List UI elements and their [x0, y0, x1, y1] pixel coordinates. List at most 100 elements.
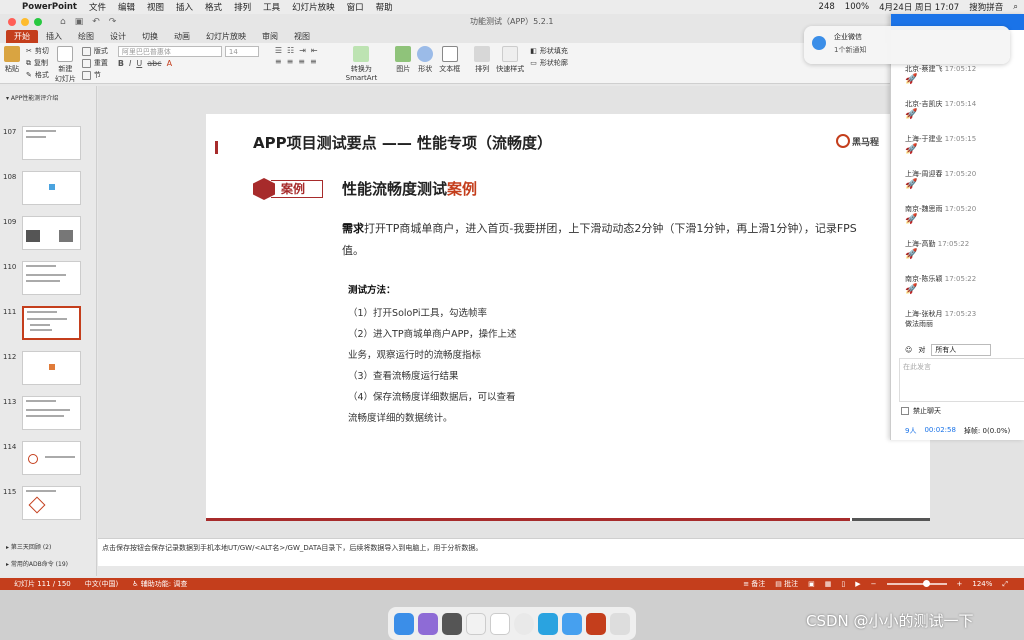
zoom-out-icon[interactable]: −	[871, 580, 877, 588]
slide-thumb-113[interactable]: 113	[0, 396, 97, 434]
wecom-notification[interactable]: 企业微信 1个新通知	[804, 26, 1010, 64]
reset-button[interactable]: 重置	[81, 58, 108, 68]
save-icon[interactable]: ▣	[75, 17, 84, 27]
slide-thumb-108[interactable]: 108	[0, 171, 97, 209]
indent-icon[interactable]: ⇥	[299, 46, 306, 55]
slide-thumb-112[interactable]: 112	[0, 351, 97, 389]
minimize-window-button[interactable]	[21, 18, 29, 26]
case-title[interactable]: 性能流畅度测试案例	[342, 178, 477, 199]
redo-icon[interactable]: ↷	[109, 17, 117, 27]
test-method-box[interactable]: 测试方法： （1）打开SoloPi工具，勾选帧率 （2）进入TP商城单商户APP…	[348, 280, 548, 429]
menu-help[interactable]: 帮助	[376, 1, 393, 13]
align-right-icon[interactable]: ≡	[298, 57, 305, 66]
finder-icon[interactable]	[394, 612, 414, 635]
input-method[interactable]: 搜狗拼音	[969, 1, 1003, 13]
ban-chat-checkbox[interactable]: 禁止聊天	[901, 406, 941, 416]
comments-toggle[interactable]: ▤ 批注	[775, 579, 798, 589]
tab-view[interactable]: 视图	[286, 30, 318, 43]
status-count[interactable]: 248	[819, 2, 835, 12]
layout-button[interactable]: 版式	[81, 46, 108, 56]
clock[interactable]: 4月24日 周日 17:07	[879, 1, 959, 13]
slide-thumb-110[interactable]: 110	[0, 261, 97, 299]
textbox-button[interactable]: 文本框	[439, 46, 460, 74]
trash-icon[interactable]	[610, 612, 631, 635]
slide-title[interactable]: APP项目测试要点 —— 性能专项（流畅度）	[253, 132, 552, 153]
slide-111[interactable]: APP项目测试要点 —— 性能专项（流畅度） 黑马程 案例 性能流畅度测试案例 …	[206, 114, 930, 521]
section-header-b[interactable]: ▸ 常用的ADB命令 (19)	[0, 555, 97, 572]
outdent-icon[interactable]: ⇤	[311, 46, 318, 55]
launchpad-icon[interactable]	[441, 612, 462, 635]
shape-button[interactable]: 形状	[417, 46, 434, 74]
search-icon[interactable]: ⌕	[1013, 2, 1018, 12]
menu-insert[interactable]: 插入	[176, 1, 193, 13]
copy-button[interactable]: ⧉ 复制	[26, 58, 49, 68]
recipient-select[interactable]: 所有人	[931, 344, 992, 356]
language-indicator[interactable]: 中文(中国)	[85, 579, 118, 589]
chat-input[interactable]: 在此发言	[899, 358, 1024, 402]
reading-view-icon[interactable]: ▯	[841, 580, 845, 588]
requirement-text[interactable]: 需求打开TP商城单商户，进入首页-我要拼团，上下滑动动态2分钟（下滑1分钟，再上…	[342, 218, 872, 262]
font-color-icon[interactable]: A	[167, 59, 172, 68]
accessibility-status[interactable]: ♿ 辅助功能: 调查	[132, 579, 187, 589]
speaker-notes[interactable]: 点击保存按钮会保存记录数据到手机本地UT/GW/<ALT名>/GW_DATA目录…	[98, 538, 1024, 566]
menu-file[interactable]: 文件	[89, 1, 106, 13]
participant-count[interactable]: 9人	[905, 426, 916, 436]
justify-icon[interactable]: ≡	[310, 57, 317, 66]
powerpoint-icon[interactable]	[586, 612, 607, 635]
format-painter-button[interactable]: ✎ 格式	[26, 70, 49, 80]
slide-thumb-115[interactable]: 115	[0, 486, 97, 524]
section-header-a[interactable]: ▸ 第三天回顾 (2)	[0, 538, 97, 555]
shape-fill-button[interactable]: ◧ 形状填充	[530, 46, 568, 56]
normal-view-icon[interactable]: ▣	[808, 580, 815, 588]
slide-thumb-111[interactable]: 111	[0, 306, 97, 344]
zoom-level[interactable]: 124%	[972, 580, 992, 588]
undo-icon[interactable]: ↶	[92, 17, 100, 27]
arrange-button[interactable]: 排列	[474, 46, 491, 74]
zoom-window-button[interactable]	[34, 18, 42, 26]
fit-slide-icon[interactable]: ⤢	[1002, 580, 1008, 589]
font-size-select[interactable]: 14	[224, 46, 259, 57]
home-icon[interactable]: ⌂	[60, 17, 66, 27]
convert-smartart-button[interactable]: 转换为 SmartArt	[346, 46, 377, 82]
tab-design[interactable]: 设计	[102, 30, 134, 43]
cut-button[interactable]: ✂ 剪切	[26, 46, 49, 56]
menu-format[interactable]: 格式	[205, 1, 222, 13]
paste-button[interactable]: 粘贴	[4, 46, 20, 74]
strikethrough-icon[interactable]: abc	[147, 59, 161, 68]
notes-toggle[interactable]: ≡ 备注	[743, 579, 765, 589]
tab-draw[interactable]: 绘图	[70, 30, 102, 43]
tab-slideshow[interactable]: 幻灯片放映	[198, 30, 254, 43]
tab-animations[interactable]: 动画	[166, 30, 198, 43]
picture-button[interactable]: 图片	[395, 46, 412, 74]
zoom-in-icon[interactable]: +	[957, 580, 963, 588]
tab-transitions[interactable]: 切换	[134, 30, 166, 43]
numbering-icon[interactable]: ☷	[287, 46, 294, 55]
bullets-icon[interactable]: ☰	[275, 46, 282, 55]
cloud-drive-icon[interactable]	[562, 612, 583, 635]
clock-app-icon[interactable]	[514, 612, 535, 635]
tab-insert[interactable]: 插入	[38, 30, 70, 43]
italic-icon[interactable]: I	[129, 59, 131, 68]
section-header-top[interactable]: ▾ APP性能测评介绍	[0, 86, 96, 104]
sorter-view-icon[interactable]: ▦	[825, 580, 832, 588]
slide-editor-canvas[interactable]: APP项目测试要点 —— 性能专项（流畅度） 黑马程 案例 性能流畅度测试案例 …	[98, 86, 1024, 538]
typora-icon[interactable]	[465, 612, 487, 635]
font-name-select[interactable]: 阿里巴巴普惠体	[117, 46, 222, 57]
calendar-icon[interactable]	[490, 612, 511, 635]
tab-review[interactable]: 审阅	[254, 30, 286, 43]
align-left-icon[interactable]: ≡	[275, 57, 282, 66]
menu-view[interactable]: 视图	[147, 1, 164, 13]
menu-arrange[interactable]: 排列	[234, 1, 251, 13]
menu-slideshow[interactable]: 幻灯片放映	[292, 1, 335, 13]
zoom-slider[interactable]	[886, 580, 947, 587]
new-slide-button[interactable]: 新建 幻灯片	[55, 46, 76, 84]
slide-thumb-107[interactable]: 107	[0, 126, 97, 164]
tab-home[interactable]: 开始	[6, 30, 38, 43]
section-button[interactable]: 节	[81, 70, 108, 80]
emoji-icon[interactable]: ☺	[905, 346, 912, 354]
underline-icon[interactable]: U	[136, 59, 142, 68]
quick-style-button[interactable]: 快速样式	[496, 46, 524, 74]
close-window-button[interactable]	[8, 18, 16, 26]
app-name[interactable]: PowerPoint	[22, 2, 77, 12]
zoom-slider-thumb[interactable]	[922, 580, 930, 587]
